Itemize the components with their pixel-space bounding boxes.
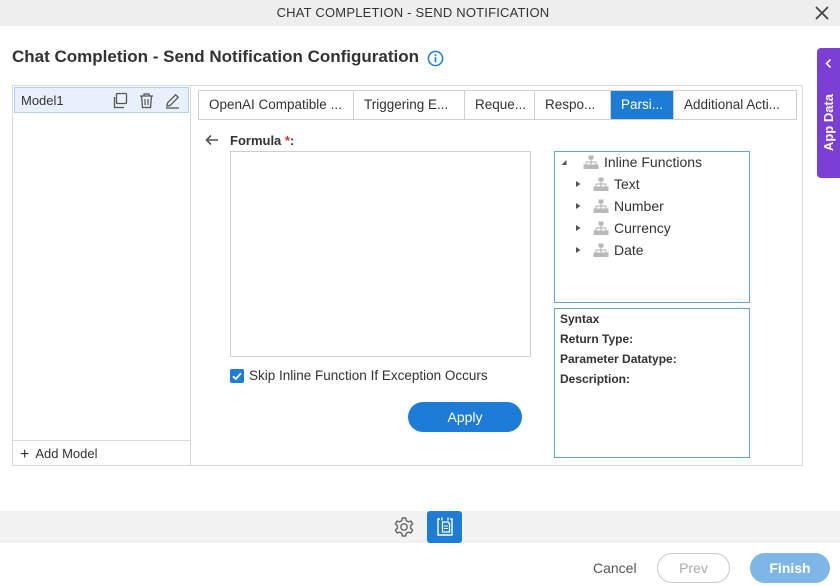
caret-down-icon[interactable]: [559, 157, 569, 167]
divider: [13, 440, 191, 441]
add-model-label: Add Model: [35, 446, 98, 461]
caret-right-icon[interactable]: [573, 223, 583, 233]
add-model-button[interactable]: + Add Model: [20, 446, 98, 464]
model-name: Model1: [21, 93, 64, 108]
syntax-label: Syntax: [560, 312, 600, 326]
configuration-tabs: OpenAI Compatible ... Triggering E... Re…: [198, 90, 797, 120]
apply-button[interactable]: Apply: [408, 402, 522, 432]
tree-node-date[interactable]: Date: [573, 240, 644, 260]
chevron-left-icon: [825, 58, 832, 69]
tab-request[interactable]: Reque...: [465, 91, 535, 119]
tree-node-label: Text: [614, 176, 640, 192]
tab-response[interactable]: Respo...: [535, 91, 611, 119]
tree-node-inline-functions[interactable]: Inline Functions: [559, 152, 702, 172]
copy-icon[interactable]: [111, 92, 128, 109]
tab-openai-compatible[interactable]: OpenAI Compatible ...: [199, 91, 354, 119]
skip-inline-function-option: Skip Inline Function If Exception Occurs: [230, 368, 488, 383]
tree-node-label: Currency: [614, 220, 671, 236]
tree-node-text[interactable]: Text: [573, 174, 640, 194]
skip-inline-function-checkbox[interactable]: [230, 368, 244, 383]
info-icon[interactable]: [427, 50, 444, 67]
checkmark-icon: [232, 372, 242, 380]
hierarchy-icon: [593, 243, 609, 257]
hierarchy-icon: [583, 155, 599, 169]
tree-node-label: Number: [614, 198, 664, 214]
document-icon: [437, 517, 453, 536]
close-icon[interactable]: [812, 3, 832, 23]
gear-icon[interactable]: [393, 516, 415, 538]
return-type-label: Return Type:: [560, 332, 634, 346]
hierarchy-icon: [593, 199, 609, 213]
description-label: Description:: [560, 372, 631, 386]
tree-node-currency[interactable]: Currency: [573, 218, 671, 238]
hierarchy-icon: [593, 177, 609, 191]
tab-triggering-events[interactable]: Triggering E...: [354, 91, 465, 119]
finish-button[interactable]: Finish: [750, 553, 830, 583]
plus-icon: +: [20, 446, 30, 463]
tree-node-label: Date: [614, 242, 644, 258]
caret-right-icon[interactable]: [573, 201, 583, 211]
tab-parsing[interactable]: Parsi...: [611, 91, 674, 119]
title-bar: CHAT COMPLETION - SEND NOTIFICATION: [0, 0, 840, 26]
tree-node-label: Inline Functions: [604, 154, 703, 170]
caret-right-icon[interactable]: [573, 179, 583, 189]
cancel-button[interactable]: Cancel: [593, 560, 637, 576]
window-title: CHAT COMPLETION - SEND NOTIFICATION: [276, 5, 550, 20]
app-data-label: App Data: [821, 94, 836, 152]
formula-input[interactable]: [230, 151, 531, 357]
hierarchy-icon: [593, 221, 609, 235]
model-list-pane: [12, 85, 191, 466]
model-list-item[interactable]: Model1: [14, 87, 189, 113]
edit-icon[interactable]: [164, 92, 181, 109]
app-data-panel-toggle[interactable]: App Data: [817, 48, 840, 178]
delete-icon[interactable]: [138, 92, 155, 109]
parameter-datatype-label: Parameter Datatype:: [560, 352, 677, 366]
caret-right-icon[interactable]: [573, 245, 583, 255]
formula-label: Formula *:: [230, 133, 295, 148]
inline-functions-tree: Inline Functions Text Number Currency Da…: [554, 151, 750, 303]
skip-inline-function-label: Skip Inline Function If Exception Occurs: [249, 368, 488, 383]
page-title: Chat Completion - Send Notification Conf…: [12, 47, 420, 66]
tree-node-number[interactable]: Number: [573, 196, 664, 216]
document-settings-button[interactable]: [427, 511, 462, 543]
bottom-toolbar: [0, 511, 840, 543]
back-arrow-icon[interactable]: [204, 133, 220, 147]
prev-button[interactable]: Prev: [657, 553, 730, 583]
tab-additional-actions[interactable]: Additional Acti...: [674, 91, 796, 119]
syntax-info-panel: Syntax Return Type: Parameter Datatype: …: [554, 308, 750, 458]
